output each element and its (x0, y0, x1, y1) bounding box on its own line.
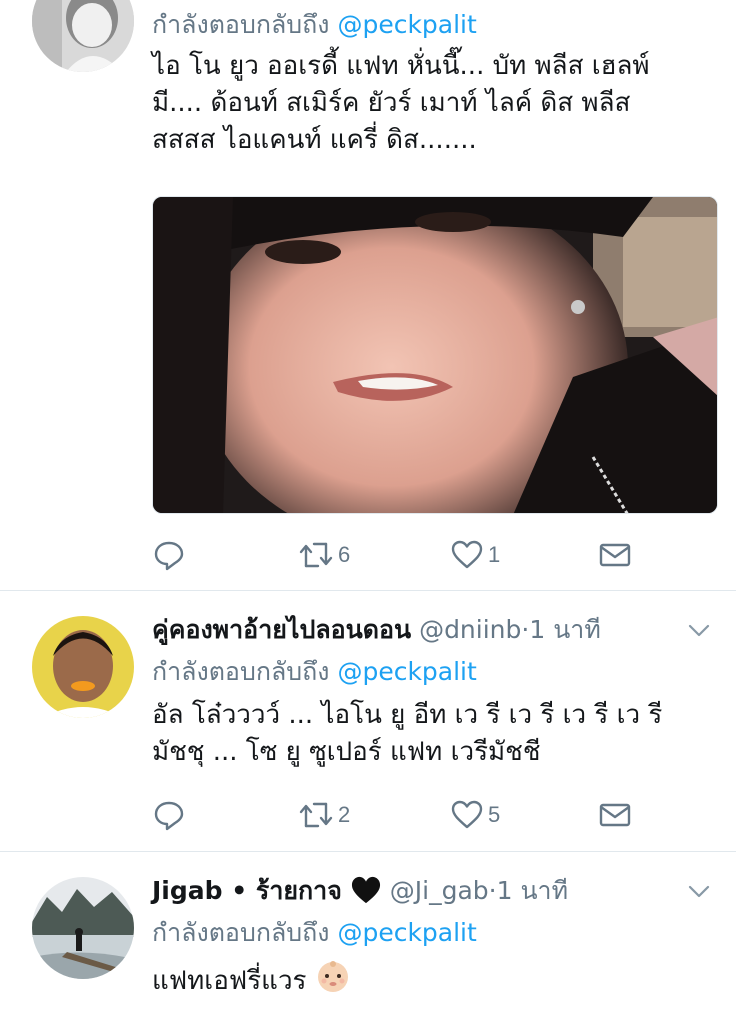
reply-button[interactable] (152, 795, 186, 835)
reply-prefix: กำลังตอบกลับถึง (152, 10, 330, 39)
retweet-button[interactable]: 2 (298, 795, 350, 835)
retweet-button[interactable]: 6 (298, 535, 350, 575)
reply-icon (154, 801, 184, 831)
avatar-image (32, 877, 134, 979)
like-icon (451, 540, 483, 569)
avatar-image (32, 0, 134, 72)
like-icon (451, 800, 483, 829)
reply-context: กำลังตอบกลับถึง @peckpalit (152, 8, 716, 42)
reply-prefix: กำลังตอบกลับถึง (152, 918, 330, 947)
display-name[interactable]: คู่คองพาอ้ายไปลอนดอน (152, 615, 411, 644)
avatar-tweet-3[interactable] (32, 877, 134, 979)
reply-context: กำลังตอบกลับถึง @peckpalit (152, 655, 716, 689)
tweet-actions: 6 1 (152, 535, 692, 575)
user-handle[interactable]: @dniinb (419, 615, 521, 644)
avatar-tweet-2[interactable] (32, 616, 134, 718)
chevron-down-icon[interactable] (682, 874, 716, 908)
tweet-text-line: มี.... ด้อนท์ สเมิร์ค ยัวร์ เมาท์ ไลค์ ด… (152, 88, 631, 118)
separator-dot: · (488, 876, 497, 905)
tweet-text: ไอ โน ยูว ออเรดี้ แฟท หั่นนี๊... บัท พลี… (152, 48, 716, 159)
tweet-text-line: ไอ โน ยูว ออเรดี้ แฟท หั่นนี๊... บัท พลี… (152, 51, 650, 81)
display-name[interactable]: Jigab • ร้ายกาจ (152, 876, 342, 905)
tweet-text-line: อัล โล๋วววว์ ... ไอโน ยู อีท เว รี เว รี… (152, 700, 663, 730)
tweet-text-line: แฟทเอฟรี่แวร (152, 958, 716, 1005)
tweet-media-photo[interactable] (152, 196, 718, 514)
timestamp[interactable]: 1 นาที (497, 876, 568, 905)
reply-button[interactable] (152, 535, 186, 575)
black-heart-icon (350, 875, 382, 914)
tweet-1[interactable]: กำลังตอบกลับถึง @peckpalit ไอ โน ยูว ออเ… (0, 0, 736, 590)
baby-emoji (315, 958, 351, 1005)
tweet-actions: 2 5 (152, 795, 692, 835)
tweet-text-line: มัชชุ ... โซ ยู ซูเปอร์ แฟท เวรีมัชชี (152, 737, 541, 767)
tweet-header: คู่คองพาอ้ายไปลอนดอน @dniinb·1 นาที (152, 613, 716, 647)
tweet-2[interactable]: คู่คองพาอ้ายไปลอนดอน @dniinb·1 นาที กำลั… (0, 591, 736, 851)
like-button[interactable]: 1 (450, 535, 500, 575)
tweet-3[interactable]: Jigab • ร้ายกาจ @Ji_gab·1 นาที กำลังตอบก… (0, 852, 736, 1015)
like-count: 5 (488, 802, 501, 827)
tweet-header: Jigab • ร้ายกาจ @Ji_gab·1 นาที (152, 874, 716, 908)
dm-button[interactable] (598, 795, 632, 835)
reply-context: กำลังตอบกลับถึง @peckpalit (152, 916, 716, 950)
tweet-text-line: สสสส ไอแคนท์ แครี่ ดิส....... (152, 125, 477, 155)
reply-mention-link[interactable]: @peckpalit (337, 10, 476, 39)
avatar-tweet-1[interactable] (32, 0, 134, 72)
tweet-text: แฟทเอฟรี่แวร (152, 958, 716, 1005)
dm-icon (599, 803, 631, 827)
avatar-image (32, 616, 134, 718)
reply-mention-link[interactable]: @peckpalit (337, 918, 476, 947)
user-handle[interactable]: @Ji_gab (390, 876, 489, 905)
like-count: 1 (488, 542, 501, 567)
tweet-text-content: แฟทเอฟรี่แวร (152, 966, 307, 996)
retweet-count: 2 (338, 802, 351, 827)
like-button[interactable]: 5 (450, 795, 500, 835)
reply-icon (154, 541, 184, 571)
reply-prefix: กำลังตอบกลับถึง (152, 657, 330, 686)
chevron-down-icon[interactable] (682, 613, 716, 647)
dm-button[interactable] (598, 535, 632, 575)
reply-mention-link[interactable]: @peckpalit (337, 657, 476, 686)
retweet-icon (299, 802, 333, 828)
timestamp[interactable]: 1 นาที (529, 615, 600, 644)
tweet-text: อัล โล๋วววว์ ... ไอโน ยู อีท เว รี เว รี… (152, 697, 716, 771)
retweet-count: 6 (338, 542, 351, 567)
photo-image (153, 197, 717, 513)
dm-icon (599, 543, 631, 567)
retweet-icon (299, 542, 333, 568)
